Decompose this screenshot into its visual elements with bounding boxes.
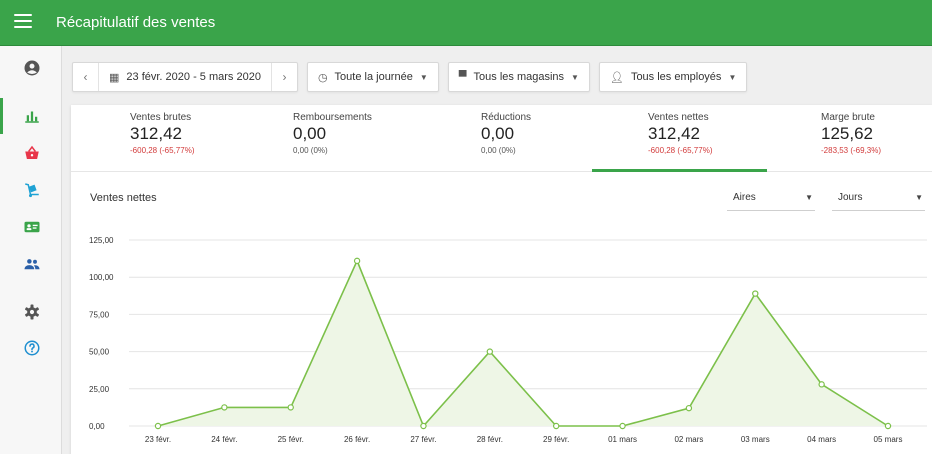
data-point — [552, 422, 560, 430]
sidebar-item-employees[interactable] — [0, 246, 62, 282]
data-point — [287, 404, 294, 411]
caret-down-icon: ▼ — [419, 72, 428, 82]
data-point — [221, 404, 228, 411]
y-tick-label: 25,00 — [89, 385, 110, 394]
y-tick-label: 0,00 — [89, 422, 105, 431]
calendar-icon: ▦ — [109, 71, 120, 84]
sidebar-item-reports[interactable] — [0, 98, 62, 134]
date-range-label: 23 févr. 2020 - 5 mars 2020 — [126, 71, 261, 83]
x-tick-label: 28 févr. — [477, 435, 503, 444]
sidebar-item-settings[interactable] — [0, 294, 62, 330]
x-tick-label: 23 févr. — [145, 435, 171, 444]
sidebar-item-items[interactable] — [0, 135, 62, 171]
sidebar-item-help[interactable] — [0, 330, 62, 366]
person-icon: 👤︎ — [609, 71, 624, 84]
y-tick-label: 125,00 — [89, 236, 114, 245]
caret-down-icon: ▼ — [728, 72, 737, 82]
data-point — [884, 422, 892, 430]
previous-period-button[interactable]: ‹ — [73, 63, 99, 91]
data-point — [818, 381, 825, 388]
y-tick-label: 50,00 — [89, 348, 110, 357]
x-tick-label: 02 mars — [674, 435, 703, 444]
bar-chart-icon — [25, 111, 39, 123]
filter-bar: ‹ ▦ 23 févr. 2020 - 5 mars 2020 › ◷ Tout… — [72, 62, 748, 92]
sidebar-item-inventory[interactable] — [0, 172, 62, 208]
sidebar — [0, 46, 62, 454]
store-filter-label: Tous les magasins — [473, 71, 565, 83]
x-tick-label: 26 févr. — [344, 435, 370, 444]
next-period-button[interactable]: › — [270, 63, 297, 91]
y-tick-label: 75,00 — [89, 310, 110, 319]
data-point — [619, 422, 626, 430]
time-filter-label: Toute la journée — [334, 71, 413, 83]
app-header: Récapitulatif des ventes — [0, 0, 932, 46]
date-range-button[interactable]: ▦ 23 févr. 2020 - 5 mars 2020 — [99, 71, 271, 84]
gear-icon — [25, 304, 39, 320]
dolly-icon — [25, 183, 39, 198]
data-point — [353, 257, 361, 265]
data-point — [685, 404, 693, 412]
data-point — [486, 348, 494, 355]
x-tick-label: 24 févr. — [211, 435, 237, 444]
x-tick-label: 03 mars — [741, 435, 770, 444]
x-tick-label: 05 mars — [874, 435, 903, 444]
employee-filter-label: Tous les employés — [630, 71, 722, 83]
net-sales-chart: 0,00 25,00 50,00 75,00 100,00 125,00 23 févr. 2… — [89, 236, 927, 444]
x-tick-label: 27 févr. — [410, 435, 436, 444]
x-tick-label: 29 févr. — [543, 435, 569, 444]
people-icon — [24, 259, 40, 270]
store-filter-dropdown[interactable]: ▀ Tous les magasins ▼ — [447, 62, 590, 92]
data-point — [420, 422, 427, 430]
x-tick-label: 04 mars — [807, 435, 836, 444]
page-title: Récapitulatif des ventes — [56, 14, 216, 31]
x-tick-label: 25 févr. — [278, 435, 304, 444]
sidebar-item-profile[interactable] — [0, 50, 62, 86]
time-filter-dropdown[interactable]: ◷ Toute la journée ▼ — [306, 62, 439, 92]
chevron-left-icon: ‹ — [83, 70, 88, 84]
menu-icon[interactable] — [14, 14, 32, 30]
sidebar-item-customers[interactable] — [0, 209, 62, 245]
shopping-basket-icon — [25, 145, 39, 159]
id-card-icon — [24, 221, 40, 233]
clock-icon: ◷ — [317, 71, 328, 84]
employee-filter-dropdown[interactable]: 👤︎ Tous les employés ▼ — [598, 62, 748, 92]
x-tick-label: 01 mars — [608, 435, 637, 444]
y-tick-label: 100,00 — [89, 273, 114, 282]
data-point — [154, 422, 162, 430]
help-icon — [24, 340, 40, 356]
profile-icon — [24, 60, 40, 76]
store-icon: ▀ — [458, 71, 467, 83]
report-card: Ventes brutes 312,42 -600,28 (-65,77%) R… — [71, 105, 932, 454]
caret-down-icon: ▼ — [571, 72, 579, 82]
data-point — [752, 290, 759, 297]
series-area — [158, 260, 888, 426]
main-content: ‹ ▦ 23 févr. 2020 - 5 mars 2020 › ◷ Tout… — [62, 46, 932, 454]
chevron-right-icon: › — [282, 70, 287, 84]
date-range-picker: ‹ ▦ 23 févr. 2020 - 5 mars 2020 › — [72, 62, 298, 92]
